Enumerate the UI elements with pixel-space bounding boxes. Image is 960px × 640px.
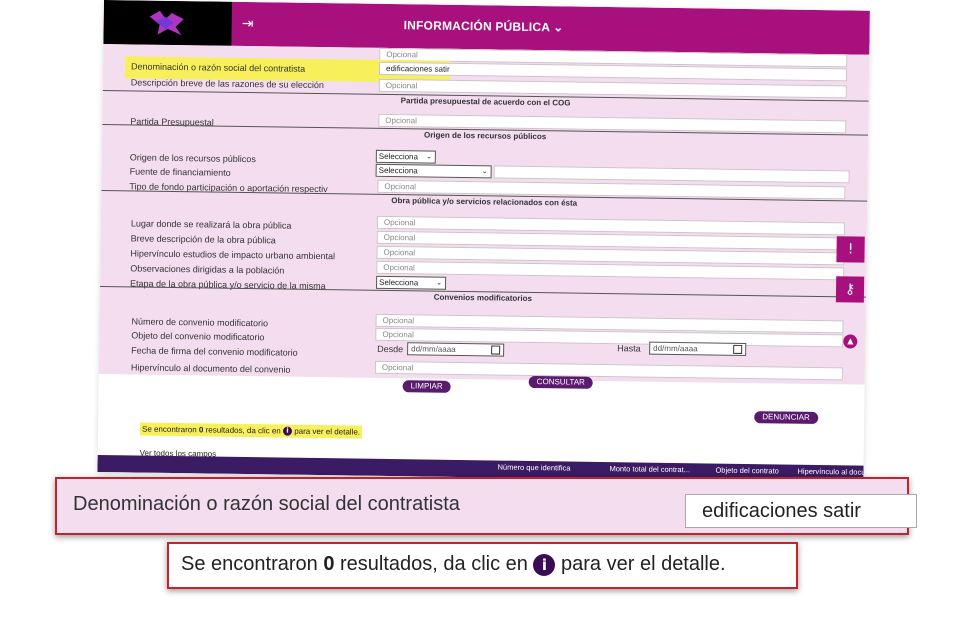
login-icon[interactable]: ⇥ xyxy=(236,14,260,34)
app-title[interactable]: INFORMACIÓN PÚBLICA ⌄ xyxy=(404,18,564,34)
funding-select[interactable]: Selecciona ⌄ xyxy=(375,163,492,179)
observations-label: Observaciones dirigidas a la población xyxy=(130,263,285,276)
origin-label: Origen de los recursos públicos xyxy=(129,152,256,165)
calendar-icon xyxy=(733,344,743,354)
results-message: Se encontraron 0 resultados, da clic en … xyxy=(139,422,363,440)
zoom-contractor-label: Denominación o razón social del contrati… xyxy=(73,493,460,515)
agreement-link-label: Hipervínculo al documento del convenio xyxy=(130,362,291,375)
calendar-icon xyxy=(491,345,501,355)
scroll-up-icon[interactable]: ▲ xyxy=(843,334,858,349)
clear-button[interactable]: LIMPIAR xyxy=(402,380,451,393)
screenshot-page: ⇥ INFORMACIÓN PÚBLICA ⌄ Opcional Denomin… xyxy=(97,0,870,483)
results-zoom-callout: Se encontraron 0 resultados, da clic en … xyxy=(167,542,798,589)
logo-icon xyxy=(149,10,184,36)
key-icon[interactable]: ⚷ xyxy=(835,276,865,303)
agreement-date-label: Fecha de firma del convenio modificatori… xyxy=(131,345,298,358)
origin-select[interactable]: Selecciona ⌄ xyxy=(375,149,436,164)
stage-select[interactable]: Selecciona ⌄ xyxy=(375,275,447,290)
report-button[interactable]: DENUNCIAR xyxy=(754,411,818,425)
agreement-link-input[interactable]: Opcional xyxy=(374,360,843,381)
column-header[interactable]: Monto total del contrat... xyxy=(609,464,690,474)
zoom-results-message: Se encontraron 0 resultados, da clic en … xyxy=(181,553,726,576)
reasons-label: Descripción breve de las razones de su e… xyxy=(130,77,325,91)
logo[interactable] xyxy=(103,0,232,46)
contractor-zoom-callout: Denominación o razón social del contrati… xyxy=(55,477,917,535)
alert-icon[interactable]: ! xyxy=(836,236,865,263)
search-form: Opcional Denominación o razón social del… xyxy=(98,43,870,385)
column-header[interactable]: Objeto del contrato xyxy=(715,466,778,476)
chevron-down-icon: ⌄ xyxy=(553,20,564,35)
column-header[interactable]: Número que identifica xyxy=(497,463,570,473)
search-button[interactable]: CONSULTAR xyxy=(528,375,593,389)
chevron-down-icon: ⌄ xyxy=(436,279,443,287)
date-to-label: Hasta xyxy=(617,343,641,354)
info-icon: i xyxy=(533,553,556,576)
agreement-obj-label: Objeto del convenio modificatorio xyxy=(131,330,265,343)
agreement-no-label: Número de convenio modificatorio xyxy=(131,316,269,329)
funding-label: Fuente de financiamiento xyxy=(129,166,231,178)
chevron-down-icon: ⌄ xyxy=(425,153,432,161)
impact-label: Hipervínculo estudios de impacto urbano … xyxy=(130,248,336,262)
location-label: Lugar donde se realizará la obra pública xyxy=(130,218,292,231)
date-from-input[interactable]: dd/mm/aaaa xyxy=(407,342,505,357)
date-to-input[interactable]: dd/mm/aaaa xyxy=(649,341,747,356)
work-desc-label: Breve descripción de la obra pública xyxy=(130,233,276,246)
chevron-down-icon: ⌄ xyxy=(481,168,488,176)
info-icon: i xyxy=(282,426,293,437)
funding-extra-input[interactable] xyxy=(493,165,850,184)
date-from-label: Desde xyxy=(377,343,404,355)
zoom-contractor-input: edificaciones satir xyxy=(685,494,917,528)
column-header[interactable]: Hipervínculo al docu xyxy=(797,467,865,477)
